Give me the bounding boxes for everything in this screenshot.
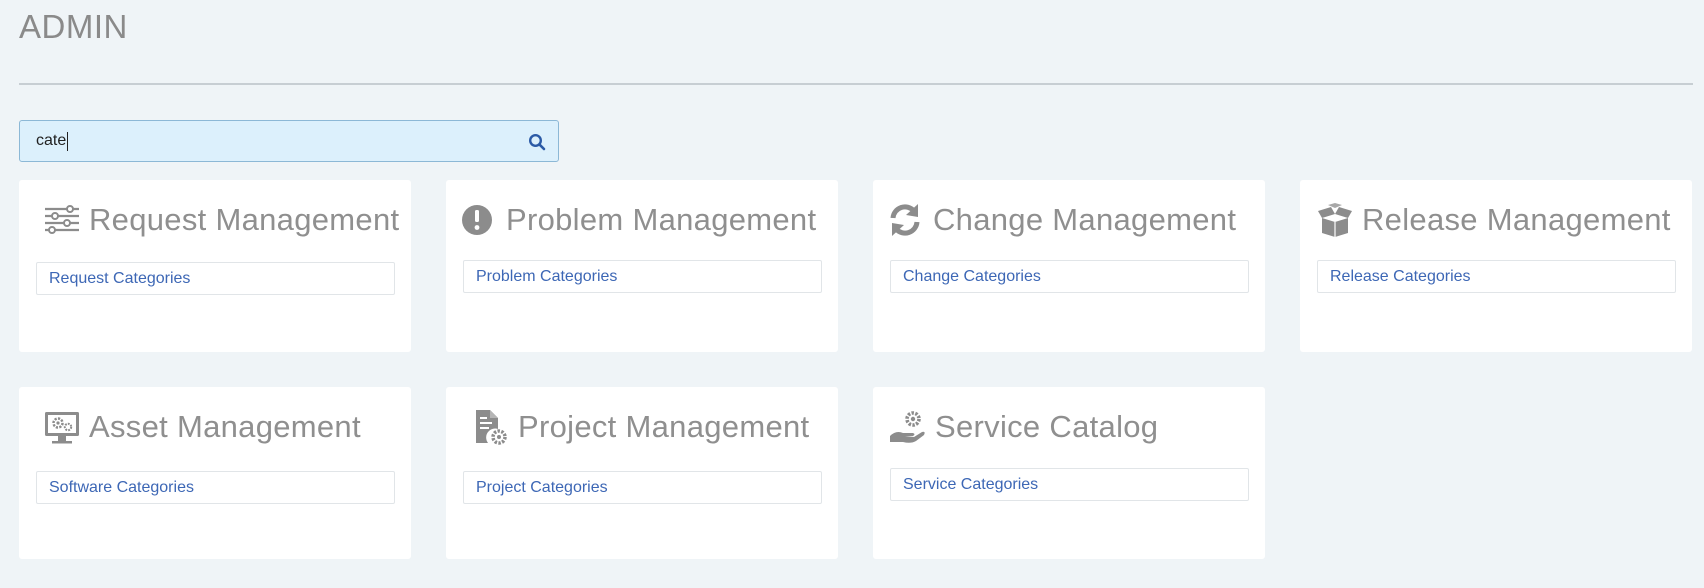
card-header: Request Management xyxy=(43,198,399,242)
exclamation-circle-icon xyxy=(460,202,498,238)
page-title: ADMIN xyxy=(19,8,128,45)
card-project-management: Project Management Project Categories xyxy=(446,387,838,559)
request-categories-link[interactable]: Request Categories xyxy=(36,262,395,295)
software-categories-link[interactable]: Software Categories xyxy=(36,471,395,504)
problem-categories-link[interactable]: Problem Categories xyxy=(463,260,822,293)
card-header: Project Management xyxy=(472,405,809,449)
card-header: Service Catalog xyxy=(889,405,1158,449)
release-categories-link[interactable]: Release Categories xyxy=(1317,260,1676,293)
card-title: Problem Management xyxy=(506,202,817,237)
card-title: Service Catalog xyxy=(935,409,1159,444)
card-header: Release Management xyxy=(1316,198,1671,242)
search-box[interactable] xyxy=(19,120,559,162)
card-change-management: Change Management Change Categories xyxy=(873,180,1265,352)
card-header: Change Management xyxy=(887,198,1236,242)
header-divider xyxy=(19,83,1693,85)
open-box-icon xyxy=(1316,202,1354,238)
change-categories-link[interactable]: Change Categories xyxy=(890,260,1249,293)
card-title: Change Management xyxy=(933,202,1237,237)
sliders-icon xyxy=(43,202,81,238)
card-title: Release Management xyxy=(1362,202,1671,237)
card-release-management: Release Management Release Categories xyxy=(1300,180,1692,352)
card-header: Asset Management xyxy=(43,405,361,449)
card-service-catalog: Service Catalog Service Categories xyxy=(873,387,1265,559)
card-request-management: Request Management Request Categories xyxy=(19,180,411,352)
card-header: Problem Management xyxy=(460,198,816,242)
search-icon[interactable] xyxy=(528,133,546,151)
card-title: Request Management xyxy=(89,202,400,237)
search-input[interactable] xyxy=(36,121,516,161)
project-categories-link[interactable]: Project Categories xyxy=(463,471,822,504)
hand-gear-icon xyxy=(889,409,927,445)
card-asset-management: Asset Management Software Categories xyxy=(19,387,411,559)
monitor-gears-icon xyxy=(43,409,81,445)
document-gear-icon xyxy=(472,409,510,445)
text-caret xyxy=(67,132,68,151)
service-categories-link[interactable]: Service Categories xyxy=(890,468,1249,501)
card-title: Asset Management xyxy=(89,409,361,444)
card-problem-management: Problem Management Problem Categories xyxy=(446,180,838,352)
card-title: Project Management xyxy=(518,409,810,444)
refresh-icon xyxy=(887,202,925,238)
